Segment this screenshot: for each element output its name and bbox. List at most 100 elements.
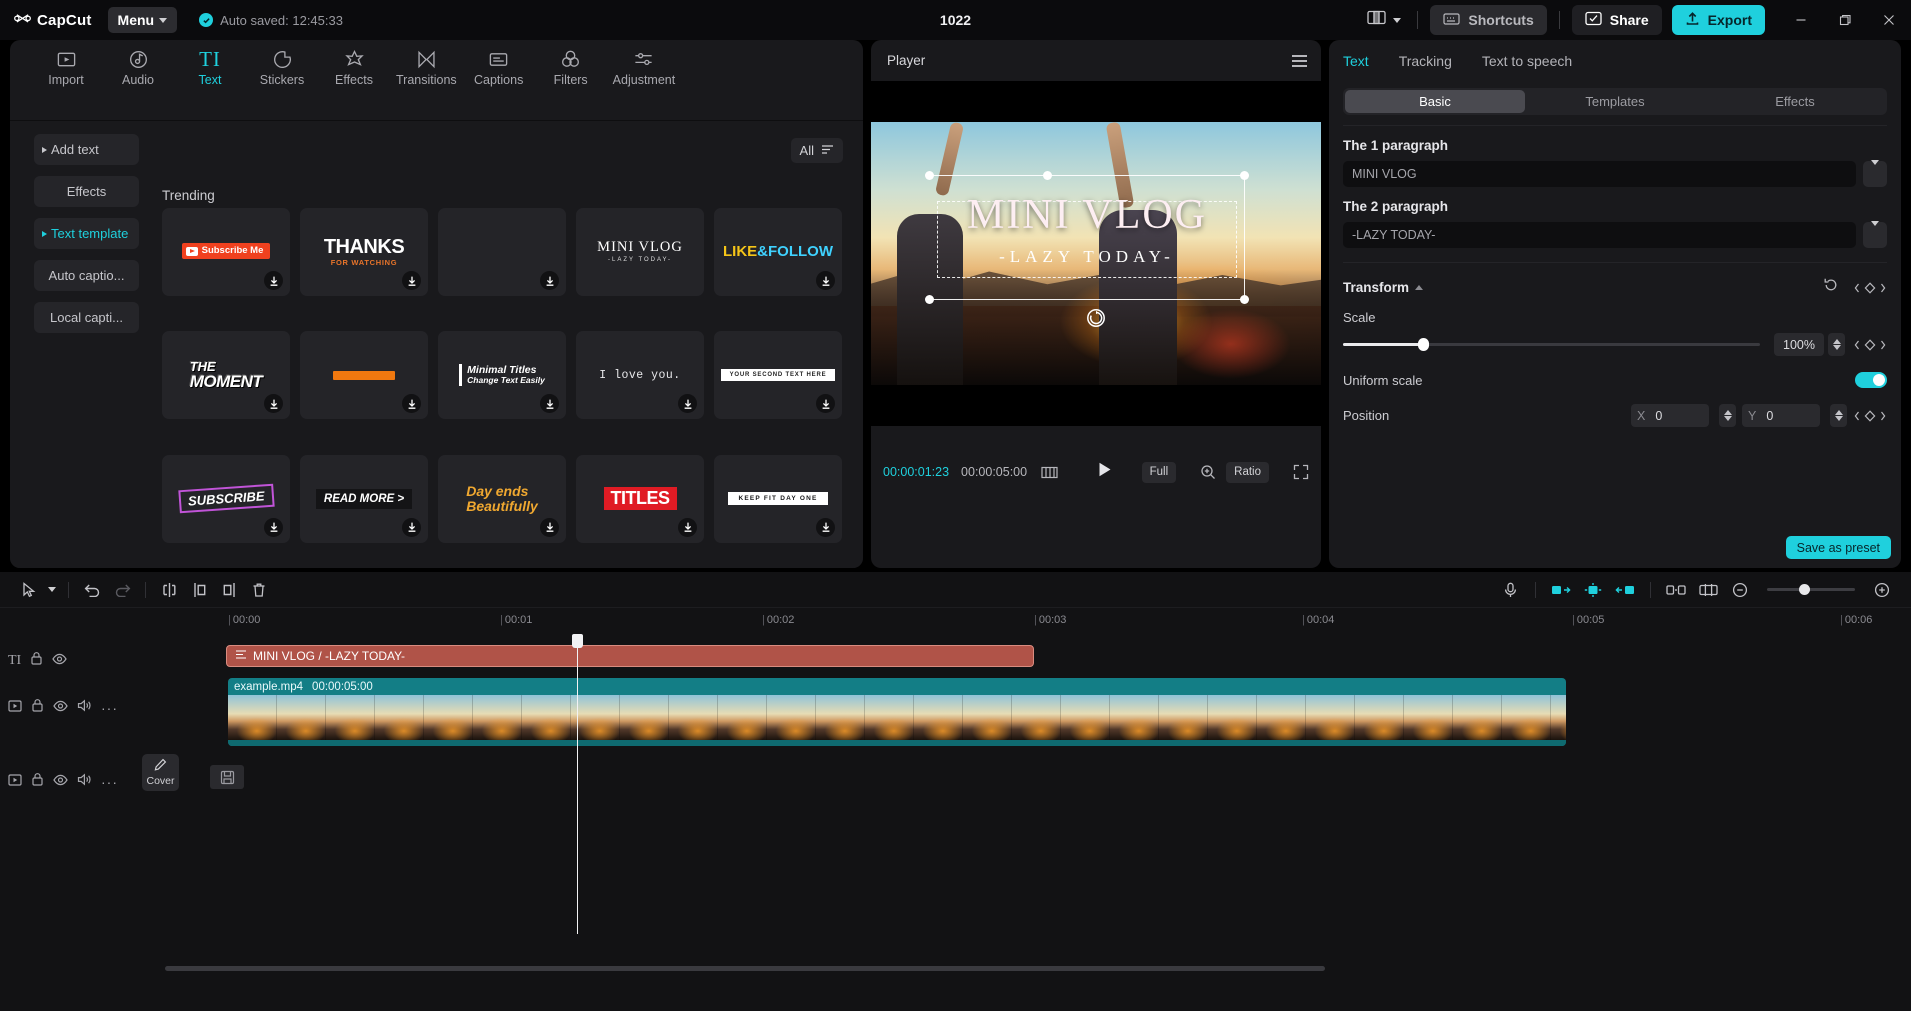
timeline-horizontal-scrollbar[interactable] xyxy=(165,966,1900,971)
template-i-love-you[interactable]: I love you. xyxy=(576,331,704,419)
template-titles[interactable]: TITLES xyxy=(576,455,704,543)
playhead[interactable] xyxy=(577,634,578,934)
download-icon[interactable] xyxy=(264,271,283,290)
redo-icon[interactable] xyxy=(107,576,137,604)
download-icon[interactable] xyxy=(402,271,421,290)
video-clip[interactable]: example.mp4 00:00:05:00 xyxy=(228,678,1566,746)
select-tool-icon[interactable] xyxy=(14,576,44,604)
lock-icon[interactable] xyxy=(31,772,44,791)
delete-icon[interactable] xyxy=(244,576,274,604)
play-button[interactable] xyxy=(1096,461,1113,483)
paragraph-1-input[interactable]: MINI VLOG xyxy=(1343,161,1856,187)
save-as-preset-button[interactable]: Save as preset xyxy=(1786,536,1891,559)
layout-switch-button[interactable] xyxy=(1363,10,1405,30)
minimize-button[interactable] xyxy=(1779,0,1823,40)
menu-button[interactable]: Menu xyxy=(108,7,178,33)
sidebar-item-text-template[interactable]: Text template xyxy=(34,218,139,249)
auto-fit-left-icon[interactable] xyxy=(1546,576,1576,604)
handle-top-right[interactable] xyxy=(1240,171,1249,180)
position-y-field[interactable]: Y 0 xyxy=(1742,404,1820,427)
cover-button[interactable]: Cover xyxy=(142,754,179,791)
position-y-stepper[interactable] xyxy=(1830,404,1847,427)
tab-audio[interactable]: Audio xyxy=(102,44,174,87)
uniform-scale-toggle[interactable] xyxy=(1855,372,1887,388)
trim-right-icon[interactable] xyxy=(214,576,244,604)
paragraph-2-expand-button[interactable] xyxy=(1863,222,1887,248)
tab-transitions[interactable]: Transitions xyxy=(390,44,463,87)
visibility-icon[interactable] xyxy=(53,773,68,791)
paragraph-1-expand-button[interactable] xyxy=(1863,161,1887,187)
template-subscribe-me[interactable]: Subscribe Me xyxy=(162,208,290,296)
scale-value-field[interactable]: 100% xyxy=(1774,333,1824,356)
download-icon[interactable] xyxy=(540,394,559,413)
template-like-and-follow[interactable]: LIKE&FOLLOW xyxy=(714,208,842,296)
download-icon[interactable] xyxy=(264,518,283,537)
tab-text-to-speech[interactable]: Text to speech xyxy=(1482,53,1572,69)
handle-top-center[interactable] xyxy=(1043,171,1052,180)
tab-text[interactable]: Text xyxy=(1343,53,1369,69)
handle-bottom-left[interactable] xyxy=(925,295,934,304)
timeline-zoom-slider[interactable] xyxy=(1767,588,1855,591)
tab-effects[interactable]: Effects xyxy=(318,44,390,87)
filter-dropdown[interactable]: All xyxy=(791,138,843,163)
select-tool-dropdown-icon[interactable] xyxy=(44,576,60,604)
handle-top-left[interactable] xyxy=(925,171,934,180)
template-read-more[interactable]: READ MORE > xyxy=(300,455,428,543)
download-icon[interactable] xyxy=(264,394,283,413)
tab-text[interactable]: TI Text xyxy=(174,44,246,87)
tab-tracking[interactable]: Tracking xyxy=(1399,53,1452,69)
frames-view-icon[interactable] xyxy=(1041,466,1058,479)
template-orange-bar[interactable] xyxy=(300,331,428,419)
export-button[interactable]: Export xyxy=(1672,5,1765,35)
handle-bottom-right[interactable] xyxy=(1240,295,1249,304)
ratio-chip[interactable]: Ratio xyxy=(1226,462,1269,483)
mirror-split-icon[interactable] xyxy=(1661,576,1691,604)
reset-icon[interactable] xyxy=(1823,277,1839,298)
template-the-moment[interactable]: THE MOMENT xyxy=(162,331,290,419)
template-day-ends-beautifully[interactable]: Day ends Beautifully xyxy=(438,455,566,543)
mute-icon[interactable] xyxy=(77,773,92,791)
template-your-second-text-here[interactable]: YOUR SECOND TEXT HERE xyxy=(714,331,842,419)
trim-left-icon[interactable] xyxy=(184,576,214,604)
lock-icon[interactable] xyxy=(30,651,43,670)
text-selection-box[interactable]: MINI VLOG -LAZY TODAY- xyxy=(929,175,1245,300)
visibility-icon[interactable] xyxy=(53,699,68,717)
keyframe-control[interactable] xyxy=(1853,281,1887,295)
segment-basic[interactable]: Basic xyxy=(1345,90,1525,113)
undo-icon[interactable] xyxy=(77,576,107,604)
mute-icon[interactable] xyxy=(77,699,92,717)
auto-center-icon[interactable] xyxy=(1578,576,1608,604)
chevron-up-icon[interactable] xyxy=(1415,285,1423,290)
cover-thumbnail-slot[interactable] xyxy=(210,765,244,789)
scale-slider[interactable] xyxy=(1343,343,1760,346)
record-voiceover-icon[interactable] xyxy=(1495,576,1525,604)
position-x-field[interactable]: X 0 xyxy=(1631,404,1709,427)
download-icon[interactable] xyxy=(402,518,421,537)
player-menu-icon[interactable] xyxy=(1292,55,1307,67)
shortcuts-button[interactable]: Shortcuts xyxy=(1430,5,1546,35)
tab-adjustment[interactable]: Adjustment xyxy=(607,44,682,87)
more-options-icon[interactable]: ··· xyxy=(101,700,118,716)
expand-icon[interactable] xyxy=(1293,464,1309,480)
download-icon[interactable] xyxy=(540,271,559,290)
download-icon[interactable] xyxy=(816,394,835,413)
share-button[interactable]: Share xyxy=(1572,5,1662,35)
template-thanks-for-watching[interactable]: THANKS FOR WATCHING xyxy=(300,208,428,296)
playhead-knob[interactable] xyxy=(572,634,583,648)
download-icon[interactable] xyxy=(816,271,835,290)
tab-stickers[interactable]: Stickers xyxy=(246,44,318,87)
fullscreen-quality-chip[interactable]: Full xyxy=(1142,462,1177,483)
sidebar-item-auto-captions[interactable]: Auto captio... xyxy=(34,260,139,291)
timeline-ruler[interactable]: |00:00 |00:01 |00:02 |00:03 |00:04 |00:0… xyxy=(0,608,1911,634)
tab-filters[interactable]: Filters xyxy=(535,44,607,87)
position-x-stepper[interactable] xyxy=(1719,404,1736,427)
download-icon[interactable] xyxy=(402,394,421,413)
visibility-icon[interactable] xyxy=(52,652,67,670)
auto-fit-right-icon[interactable] xyxy=(1610,576,1640,604)
download-icon[interactable] xyxy=(540,518,559,537)
download-icon[interactable] xyxy=(678,394,697,413)
zoom-out-icon[interactable] xyxy=(1725,576,1755,604)
split-icon[interactable] xyxy=(154,576,184,604)
template-subscribe-arrow[interactable]: SUBSCRIBE xyxy=(162,455,290,543)
download-icon[interactable] xyxy=(816,518,835,537)
